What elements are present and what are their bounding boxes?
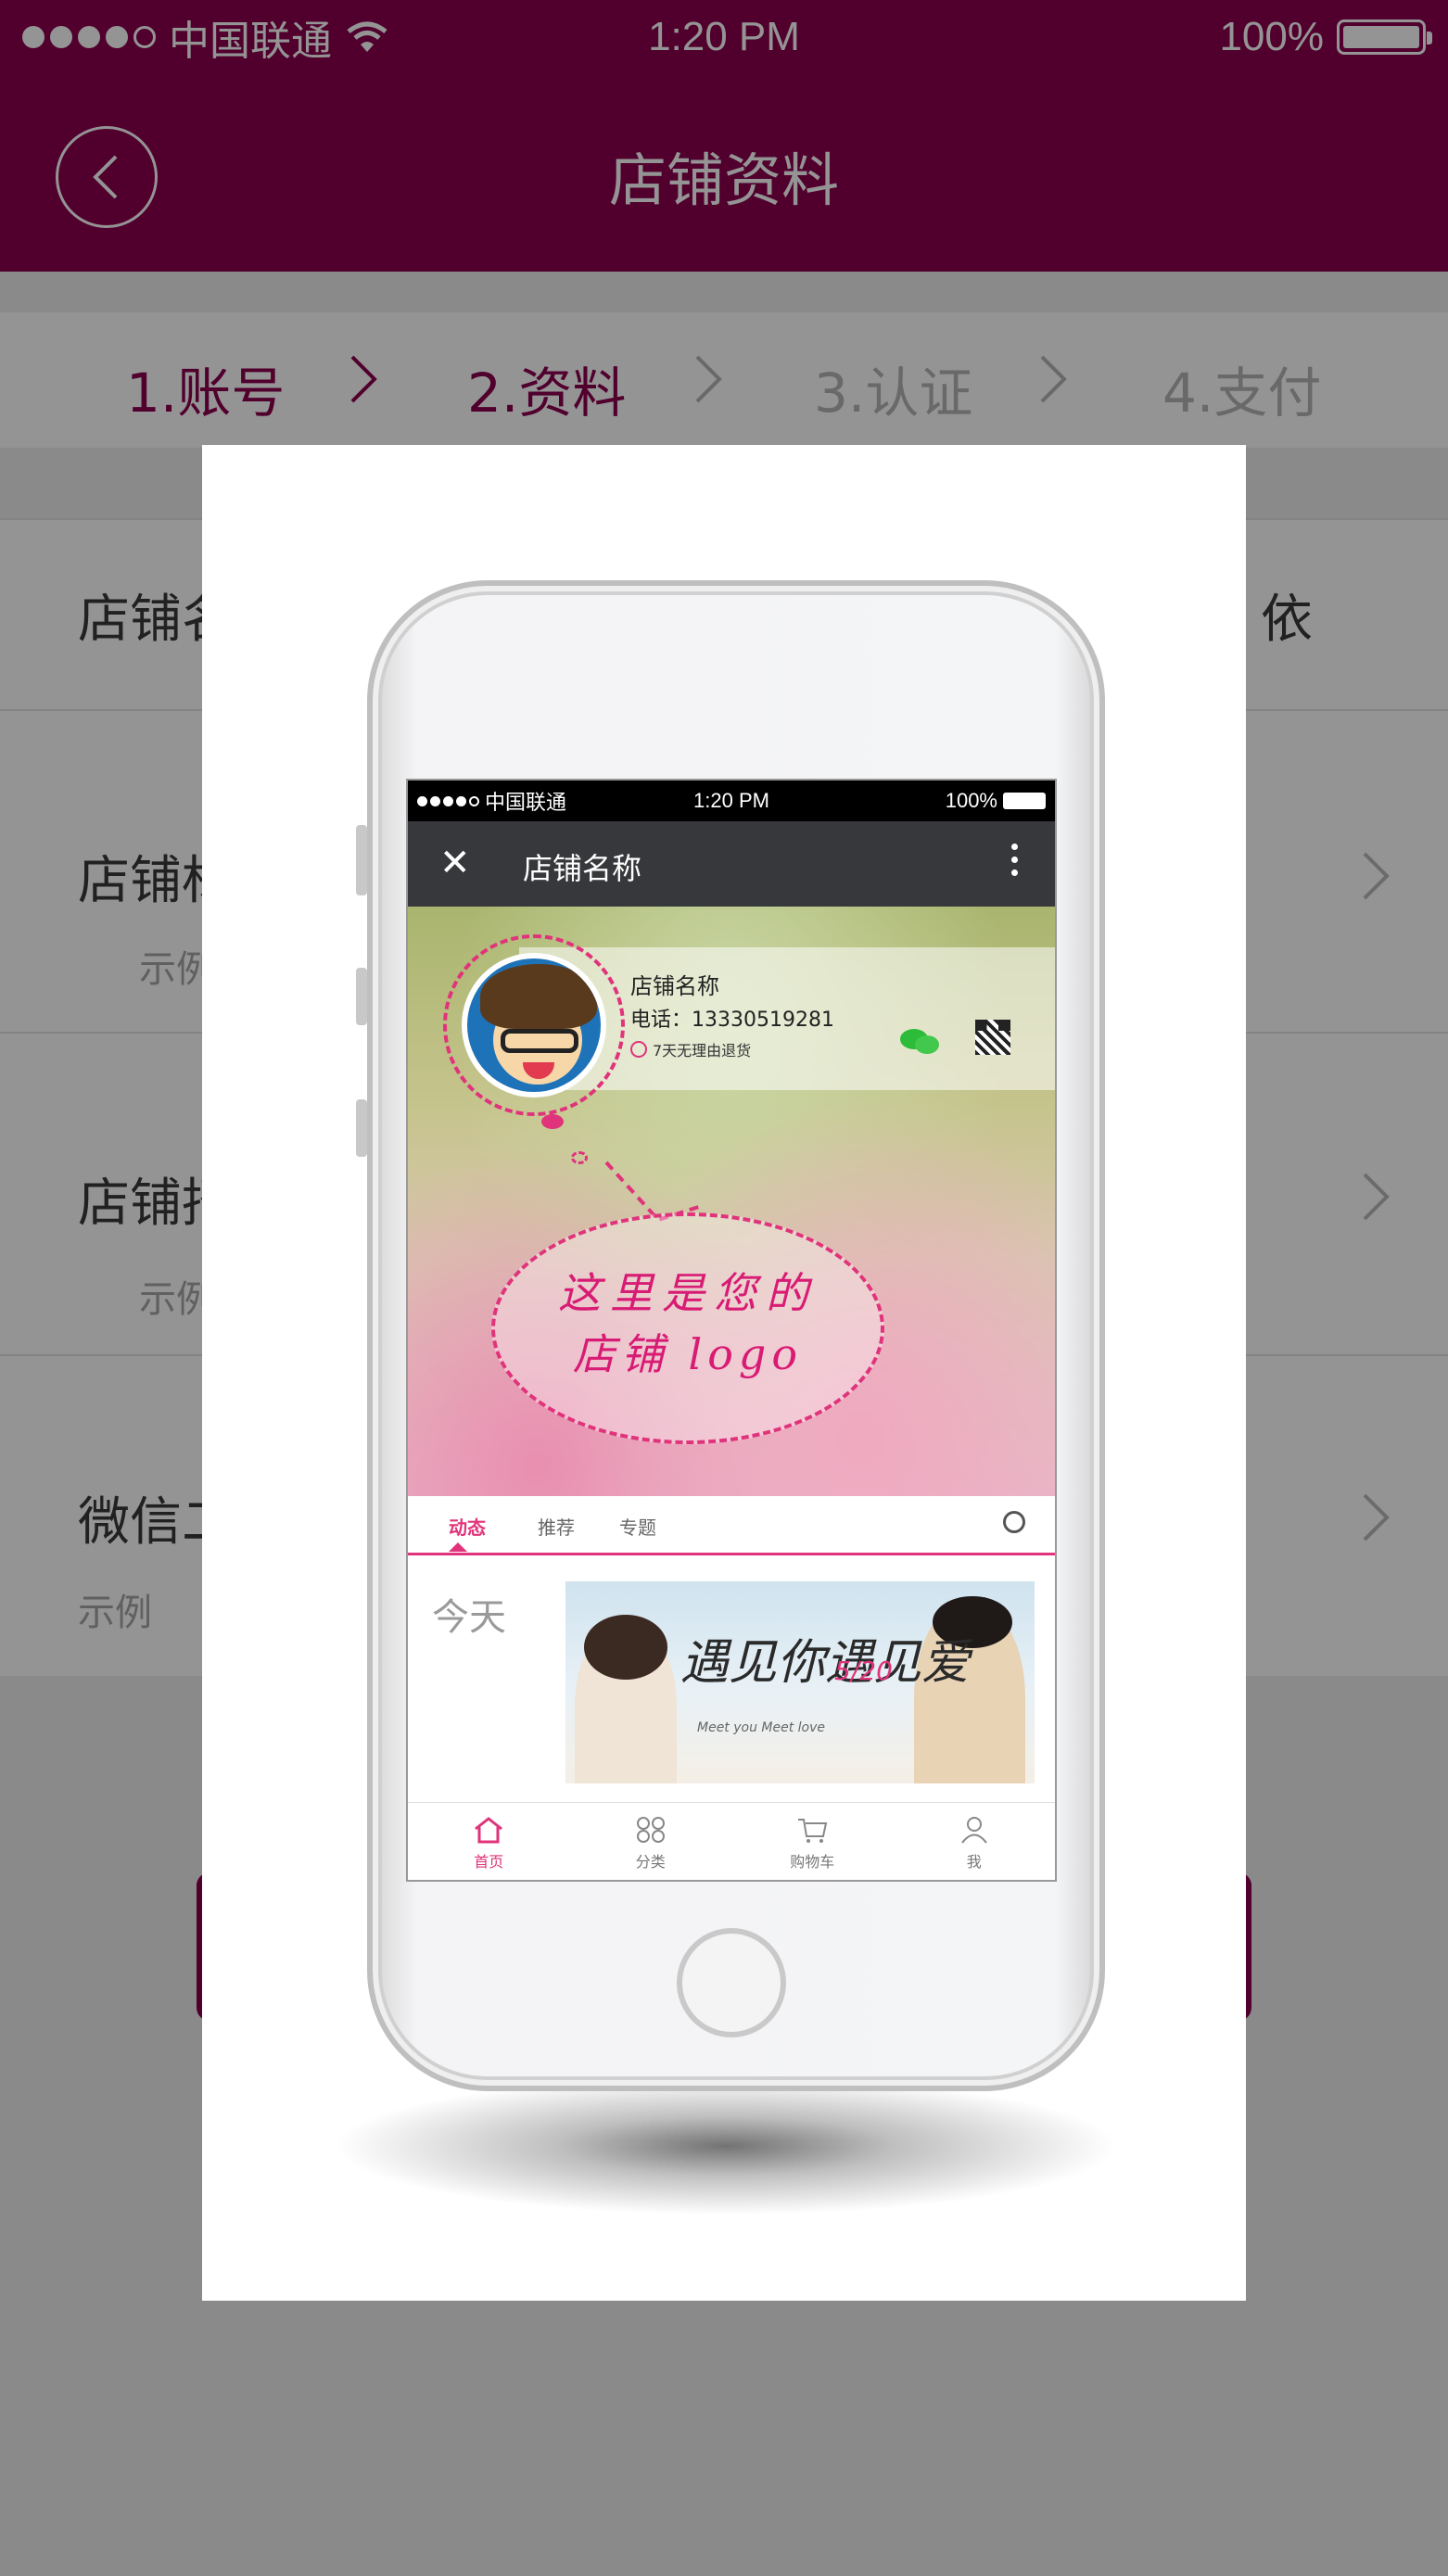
bubble-line-2: 店铺 logo <box>572 1329 804 1379</box>
preview-tab: 动态 <box>449 1516 486 1539</box>
preview-nav-title: 店铺名称 <box>523 851 642 886</box>
preview-today-label: 今天 <box>432 1596 506 1639</box>
preview-shop-name: 店铺名称 <box>630 973 719 999</box>
example-modal[interactable]: 中国联通 1:20 PM 100% ✕ 店铺名称 店铺名称 电话：1333051… <box>202 445 1246 2301</box>
preview-tabbar-cart: 购物车 <box>731 1803 894 1880</box>
shop-logo-avatar <box>462 953 606 1098</box>
home-icon <box>475 1816 503 1843</box>
preview-tab-bar: 首页 分类 购物车 我 <box>408 1802 1056 1880</box>
user-icon <box>960 1816 987 1844</box>
preview-return-policy: 7天无理由退货 <box>630 1038 751 1060</box>
cart-icon <box>798 1818 828 1843</box>
more-icon <box>1011 844 1018 876</box>
wechat-icon <box>900 1029 939 1054</box>
preview-battery: 100% <box>946 789 1046 813</box>
tabbar-label: 购物车 <box>790 1852 835 1871</box>
preview-nav-bar: ✕ 店铺名称 <box>408 821 1055 907</box>
tabbar-label: 分类 <box>635 1852 666 1871</box>
qr-code-icon <box>975 1020 1010 1055</box>
preview-tabs: 动态 推荐 专题 <box>408 1496 1055 1555</box>
tab-indicator <box>449 1542 467 1552</box>
bubble-line-1: 这里是您的 <box>558 1268 818 1318</box>
preview-tabbar-home: 首页 <box>408 1803 570 1880</box>
phone-side-button <box>356 1099 367 1157</box>
bubble-tail <box>571 1151 588 1164</box>
preview-battery-label: 100% <box>945 789 997 812</box>
close-icon: ✕ <box>439 842 471 884</box>
preview-tab: 专题 <box>619 1516 656 1539</box>
banner-subtitle: Meet you Meet love <box>697 1720 826 1735</box>
preview-tab: 推荐 <box>538 1516 575 1539</box>
preview-feed-banner: 遇见你遇见爱 5/20 Meet you Meet love <box>565 1581 1035 1783</box>
preview-tabbar-category: 分类 <box>570 1803 732 1880</box>
phone-side-button <box>356 825 367 895</box>
return-policy-text: 7天无理由退货 <box>653 1042 752 1060</box>
phone-screen: 中国联通 1:20 PM 100% ✕ 店铺名称 店铺名称 电话：1333051… <box>406 779 1057 1882</box>
preview-hero-banner: 店铺名称 电话：13330519281 7天无理由退货 这里是您的 店铺 log… <box>408 907 1055 1496</box>
phone-side-button <box>356 968 367 1025</box>
check-icon <box>630 1041 647 1058</box>
grid-icon <box>636 1816 665 1843</box>
preview-shop-phone: 电话：13330519281 <box>630 1009 834 1032</box>
preview-tabbar-me: 我 <box>894 1803 1056 1880</box>
preview-status-bar: 中国联通 1:20 PM 100% <box>408 780 1055 821</box>
phone-home-button <box>677 1928 786 2037</box>
battery-icon <box>1003 793 1046 809</box>
bubble-tail <box>541 1114 564 1129</box>
banner-date: 5/20 <box>834 1656 893 1686</box>
tabbar-label: 我 <box>966 1852 982 1871</box>
search-icon <box>1003 1511 1025 1533</box>
tabbar-label: 首页 <box>474 1852 504 1871</box>
banner-title: 遇见你遇见爱 <box>680 1635 971 1691</box>
logo-callout-bubble: 这里是您的 店铺 logo <box>491 1212 884 1444</box>
phone-shadow <box>332 2076 1120 2215</box>
